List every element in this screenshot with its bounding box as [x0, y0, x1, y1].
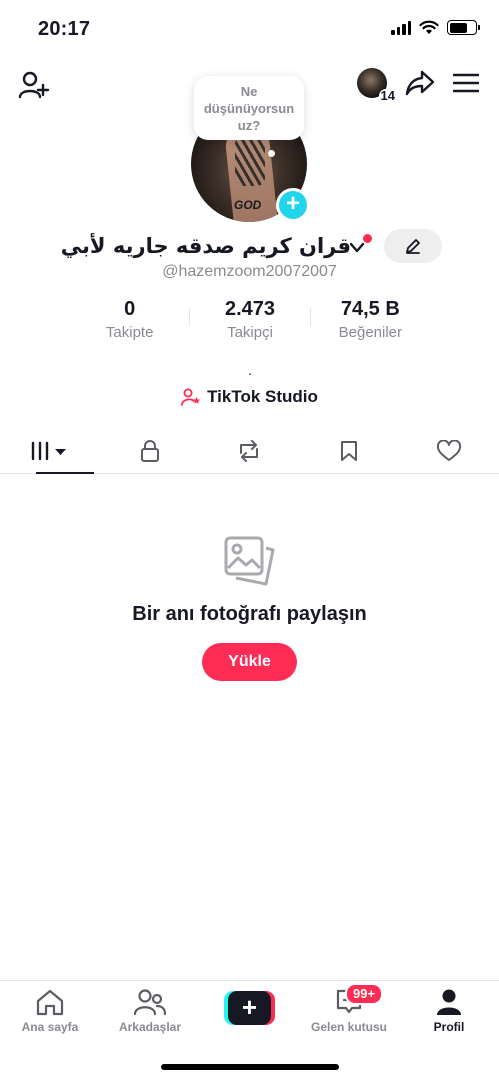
create-button[interactable]: + [224, 991, 275, 1025]
username-text: @hazemzoom20072007 [162, 263, 337, 280]
story-count: 14 [378, 88, 397, 103]
status-time: 20:17 [38, 18, 91, 40]
followers-count: 2.473 [224, 298, 276, 320]
likes-count: 74,5 B [340, 298, 400, 320]
friends-icon [134, 989, 166, 1016]
nav-inbox-label: Gelen kutusu [310, 1020, 387, 1034]
notification-dot [363, 234, 372, 243]
share-icon[interactable] [405, 70, 435, 96]
tab-saved[interactable] [299, 428, 399, 473]
nav-friends-label: Arkadaşlar [118, 1020, 182, 1034]
battery-icon [447, 20, 480, 35]
display-name[interactable]: قران كريم صدقه جاريه لأبي [61, 234, 351, 258]
creator-star-icon [181, 388, 201, 406]
bookmark-icon [341, 440, 358, 461]
followers-label: Takipçi [227, 324, 273, 341]
bio-text: . [248, 362, 252, 378]
nav-home[interactable]: Ana sayfa [0, 987, 100, 1034]
status-icons [391, 20, 480, 35]
tab-private[interactable] [100, 428, 200, 473]
story-avatar[interactable]: 14 [357, 68, 397, 103]
plus-icon: + [228, 991, 271, 1025]
edit-profile-button[interactable] [384, 229, 442, 263]
nav-friends[interactable]: Arkadaşlar [100, 987, 200, 1034]
chevron-down-icon[interactable] [349, 242, 365, 254]
nav-home-label: Ana sayfa [21, 1020, 79, 1034]
likes-label: Beğeniler [338, 324, 403, 341]
menu-icon[interactable] [453, 73, 479, 93]
wifi-icon [419, 20, 439, 34]
username: @hazemzoom20072007 [0, 263, 499, 281]
signal-icon [391, 20, 411, 35]
following-label: Takipte [105, 324, 154, 341]
nav-profile[interactable]: Profil [399, 987, 499, 1034]
tab-reposts[interactable] [200, 428, 300, 473]
topbar-actions: 14 [357, 68, 479, 103]
grid-icon [31, 441, 66, 460]
stat-followers[interactable]: 2.473 Takipçi [190, 296, 309, 341]
tiktok-studio-link[interactable]: TikTok Studio [0, 387, 499, 407]
content-tabs [0, 428, 499, 474]
profile-stats: 0 Takipte 2.473 Takipçi 74,5 B Beğeniler [70, 296, 430, 341]
empty-state-title: Bir anı fotoğrafı paylaşın [132, 603, 367, 625]
home-icon [36, 989, 64, 1016]
tab-videos[interactable] [0, 428, 100, 474]
profile-icon [437, 989, 461, 1015]
stat-likes[interactable]: 74,5 B Beğeniler [311, 296, 430, 341]
avatar-caption: GOD [234, 198, 262, 212]
lock-icon [140, 439, 159, 462]
status-bar: 20:17 [0, 0, 499, 60]
photo-icon [224, 536, 275, 586]
tab-liked[interactable] [399, 428, 499, 473]
inbox-badge: 99+ [345, 983, 384, 1005]
heart-icon [437, 439, 462, 461]
repost-icon [240, 439, 259, 462]
nav-profile-label: Profil [433, 1020, 465, 1034]
add-friend-icon[interactable] [18, 70, 50, 100]
pencil-icon [406, 239, 420, 254]
home-indicator [161, 1064, 339, 1070]
status-bubble[interactable]: Ne düşünüyorsun uz? [194, 76, 304, 140]
following-count: 0 [124, 298, 136, 320]
add-story-button[interactable]: + [276, 188, 310, 222]
studio-label: TikTok Studio [207, 387, 318, 406]
upload-button[interactable]: Yükle [202, 643, 297, 681]
stat-following[interactable]: 0 Takipte [70, 296, 189, 341]
bubble-tail [268, 150, 275, 157]
